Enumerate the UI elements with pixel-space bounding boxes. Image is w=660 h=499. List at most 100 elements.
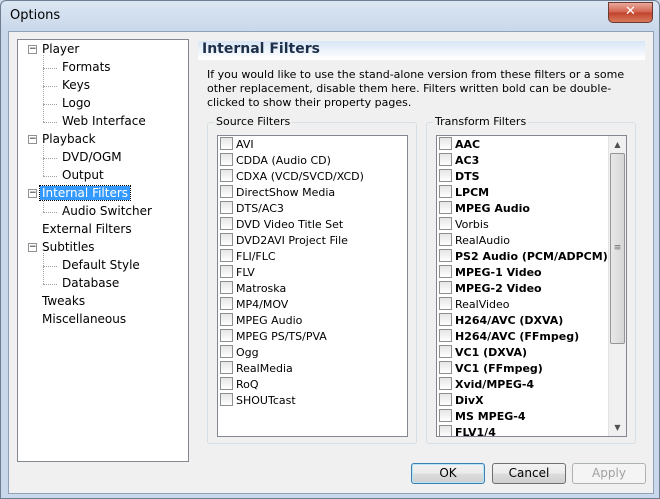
filter-checkbox[interactable] (220, 185, 233, 198)
filter-checkbox[interactable] (439, 137, 452, 150)
filter-checkbox-row[interactable]: FLV (220, 265, 255, 281)
filter-checkbox-row[interactable]: H264/AVC (DXVA) (439, 313, 563, 329)
filter-checkbox[interactable] (220, 377, 233, 390)
filter-checkbox-row[interactable]: RealMedia (220, 361, 293, 377)
filter-checkbox[interactable] (220, 217, 233, 230)
filter-checkbox-row[interactable]: MP4/MOV (220, 297, 288, 313)
filter-checkbox[interactable] (220, 233, 233, 246)
filter-checkbox[interactable] (220, 393, 233, 406)
filter-checkbox-row[interactable]: DVD Video Title Set (220, 217, 343, 233)
filter-checkbox-row[interactable]: CDXA (VCD/SVCD/XCD) (220, 169, 364, 185)
filter-checkbox-row[interactable]: DirectShow Media (220, 185, 335, 201)
filter-checkbox-row[interactable]: CDDA (Audio CD) (220, 153, 331, 169)
filter-checkbox[interactable] (220, 329, 233, 342)
scroll-down-arrow[interactable]: ▼ (609, 419, 626, 436)
filter-checkbox[interactable] (220, 249, 233, 262)
apply-button[interactable]: Apply (572, 463, 646, 484)
filter-checkbox[interactable] (220, 281, 233, 294)
filter-checkbox-row[interactable]: AVI (220, 137, 254, 153)
filter-checkbox[interactable] (439, 265, 452, 278)
source-filters-list[interactable]: AVI CDDA (Audio CD) CDXA (VCD/SVCD/XCD) Dir… (217, 135, 408, 437)
filter-checkbox-row[interactable]: DVD2AVI Project File (220, 233, 348, 249)
tree-item-database[interactable]: Database (60, 275, 121, 292)
filter-checkbox-row[interactable]: MPEG-2 Video (439, 281, 542, 297)
filter-checkbox-row[interactable]: LPCM (439, 185, 489, 201)
filter-checkbox[interactable] (439, 281, 452, 294)
filter-checkbox[interactable] (439, 297, 452, 310)
filter-checkbox[interactable] (439, 169, 452, 182)
filter-checkbox-row[interactable]: DTS (439, 169, 480, 185)
collapse-icon[interactable]: − (28, 135, 37, 144)
filter-checkbox-row[interactable]: MPEG PS/TS/PVA (220, 329, 327, 345)
collapse-icon[interactable]: − (28, 243, 37, 252)
collapse-icon[interactable]: − (28, 45, 37, 54)
filter-checkbox[interactable] (439, 233, 452, 246)
filter-checkbox-row[interactable]: MPEG Audio (439, 201, 530, 217)
ok-button[interactable]: OK (411, 463, 485, 484)
filter-checkbox-row[interactable]: SHOUTcast (220, 393, 296, 409)
tree-item-internal-filters[interactable]: − Internal Filters (28, 185, 132, 202)
tree-item-subtitles[interactable]: − Subtitles (28, 239, 97, 256)
filter-checkbox-row[interactable]: AC3 (439, 153, 479, 169)
filter-checkbox[interactable] (439, 201, 452, 214)
title-bar[interactable]: Options ✕ (1, 1, 659, 31)
filter-checkbox-row[interactable]: RealVideo (439, 297, 510, 313)
tree-item-miscellaneous[interactable]: Miscellaneous (40, 311, 128, 328)
filter-checkbox[interactable] (220, 201, 233, 214)
filter-checkbox[interactable] (439, 393, 452, 406)
filter-checkbox-row[interactable]: Vorbis (439, 217, 489, 233)
tree-item-tweaks[interactable]: Tweaks (40, 293, 87, 310)
tree-item-web-interface[interactable]: Web Interface (60, 113, 148, 130)
filter-checkbox-row[interactable]: FLI/FLC (220, 249, 276, 265)
tree-item-output[interactable]: Output (60, 167, 106, 184)
filter-checkbox[interactable] (439, 377, 452, 390)
tree-item-dvd-ogm[interactable]: DVD/OGM (60, 149, 124, 166)
filter-checkbox[interactable] (439, 425, 452, 436)
tree-item-logo[interactable]: Logo (60, 95, 93, 112)
tree-item-playback[interactable]: − Playback (28, 131, 98, 148)
filter-checkbox[interactable] (439, 249, 452, 262)
filter-checkbox-row[interactable]: FLV1/4 (439, 425, 496, 436)
filter-checkbox[interactable] (220, 313, 233, 326)
filter-checkbox[interactable] (439, 217, 452, 230)
filter-checkbox[interactable] (439, 345, 452, 358)
filter-checkbox-row[interactable]: AAC (439, 137, 480, 153)
filter-checkbox[interactable] (439, 313, 452, 326)
filter-checkbox-row[interactable]: RealAudio (439, 233, 510, 249)
collapse-icon[interactable]: − (28, 189, 37, 198)
filter-checkbox-row[interactable]: VC1 (DXVA) (439, 345, 527, 361)
filter-checkbox[interactable] (439, 409, 452, 422)
scroll-up-arrow[interactable]: ▲ (609, 136, 626, 153)
filter-checkbox[interactable] (220, 265, 233, 278)
filter-checkbox[interactable] (220, 361, 233, 374)
cancel-button[interactable]: Cancel (492, 463, 566, 484)
tree-item-formats[interactable]: Formats (60, 59, 113, 76)
filter-checkbox-row[interactable]: PS2 Audio (PCM/ADPCM) (439, 249, 608, 265)
options-tree[interactable]: − Player Formats Keys Logo Web Interface − Play… (17, 39, 189, 462)
filter-checkbox-row[interactable]: Matroska (220, 281, 286, 297)
filter-checkbox-row[interactable]: MPEG Audio (220, 313, 302, 329)
filter-checkbox[interactable] (439, 185, 452, 198)
close-button[interactable]: ✕ (608, 2, 653, 23)
scroll-thumb[interactable]: ≡ (610, 153, 625, 344)
filter-checkbox[interactable] (439, 329, 452, 342)
filter-checkbox-row[interactable]: Ogg (220, 345, 259, 361)
filter-checkbox-row[interactable]: H264/AVC (FFmpeg) (439, 329, 579, 345)
filter-checkbox-row[interactable]: DivX (439, 393, 484, 409)
transform-filters-scrollbar[interactable]: ▲ ≡ ▼ (608, 136, 626, 436)
filter-checkbox[interactable] (220, 297, 233, 310)
tree-item-player[interactable]: − Player (28, 41, 81, 58)
tree-item-external-filters[interactable]: External Filters (40, 221, 134, 238)
tree-item-default-style[interactable]: Default Style (60, 257, 142, 274)
filter-checkbox[interactable] (439, 361, 452, 374)
filter-checkbox-row[interactable]: RoQ (220, 377, 259, 393)
filter-checkbox-row[interactable]: MS MPEG-4 (439, 409, 525, 425)
tree-item-keys[interactable]: Keys (60, 77, 92, 94)
filter-checkbox[interactable] (220, 169, 233, 182)
filter-checkbox-row[interactable]: VC1 (FFmpeg) (439, 361, 543, 377)
filter-checkbox-row[interactable]: DTS/AC3 (220, 201, 284, 217)
filter-checkbox[interactable] (220, 137, 233, 150)
transform-filters-list[interactable]: ▲ ≡ ▼ AAC AC3 DTS LPCM MPEG Audio Vorbis RealA… (436, 135, 627, 437)
filter-checkbox[interactable] (220, 153, 233, 166)
filter-checkbox[interactable] (220, 345, 233, 358)
